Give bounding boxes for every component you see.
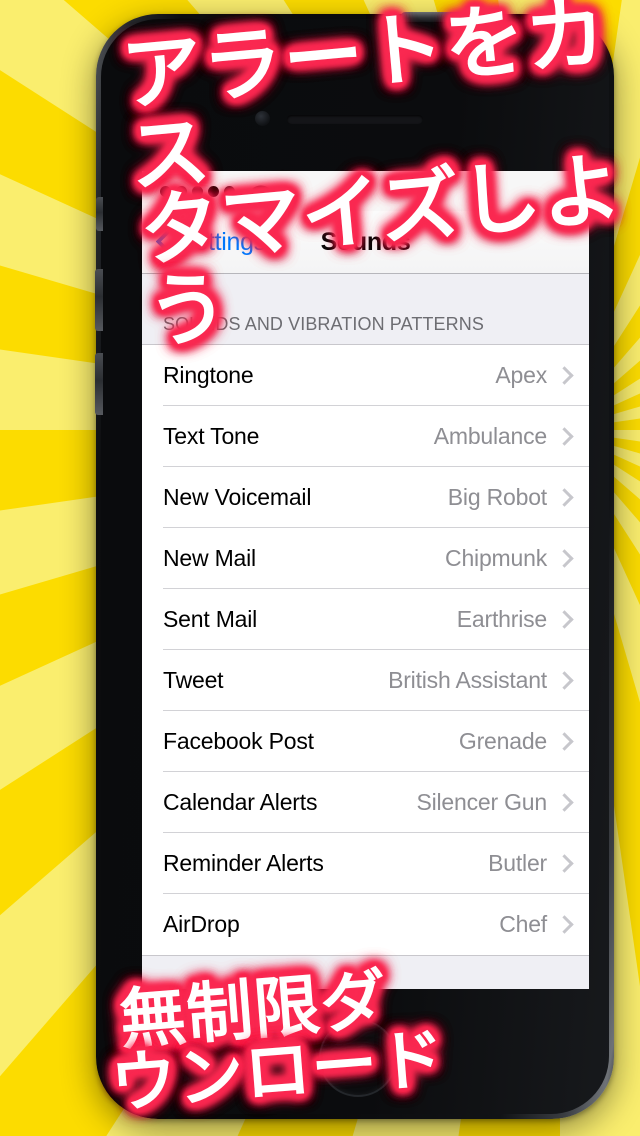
chevron-right-icon bbox=[555, 549, 574, 568]
table-row[interactable]: Sent Mail Earthrise bbox=[142, 589, 589, 650]
row-value: Chipmunk bbox=[445, 545, 547, 571]
phone-body: Settings Sounds SOUNDS AND VIBRATION PAT… bbox=[95, 12, 609, 1114]
row-value: Chef bbox=[499, 911, 547, 937]
row-accessory: Butler bbox=[488, 850, 575, 877]
row-accessory: British Assistant bbox=[388, 667, 575, 694]
table-row[interactable]: Ringtone Apex bbox=[142, 345, 589, 406]
signal-dot bbox=[208, 185, 219, 197]
row-label: AirDrop bbox=[163, 911, 240, 937]
back-button-label: Settings bbox=[178, 227, 266, 256]
promo-stage: Settings Sounds SOUNDS AND VIBRATION PAT… bbox=[0, 0, 640, 1136]
signal-dot bbox=[160, 185, 171, 197]
chevron-right-icon bbox=[555, 427, 574, 446]
chevron-right-icon bbox=[555, 488, 574, 507]
power-button[interactable] bbox=[401, 12, 499, 22]
row-value: Grenade bbox=[458, 728, 547, 754]
table-row[interactable]: Calendar Alerts Silencer Gun bbox=[142, 772, 589, 833]
navigation-bar: Settings Sounds bbox=[142, 211, 589, 274]
list-footer bbox=[142, 955, 589, 989]
chevron-right-icon bbox=[555, 793, 574, 812]
phone-screen: Settings Sounds SOUNDS AND VIBRATION PAT… bbox=[142, 171, 589, 989]
row-label: Sent Mail bbox=[163, 606, 258, 632]
row-value: Butler bbox=[488, 850, 547, 876]
row-accessory: Grenade bbox=[459, 728, 575, 755]
row-label: Text Tone bbox=[163, 423, 260, 449]
row-value: Ambulance bbox=[433, 423, 547, 449]
wifi-icon bbox=[249, 182, 273, 200]
row-accessory: Chef bbox=[499, 911, 575, 938]
row-label: New Voicemail bbox=[163, 484, 312, 510]
signal-dot bbox=[224, 185, 235, 197]
chevron-right-icon bbox=[555, 854, 574, 873]
table-row[interactable]: Text Tone Ambulance bbox=[142, 406, 589, 467]
iphone-device: Settings Sounds SOUNDS AND VIBRATION PAT… bbox=[95, 12, 614, 1119]
chevron-right-icon bbox=[555, 610, 574, 629]
row-value: Earthrise bbox=[456, 606, 547, 632]
chevron-left-icon bbox=[156, 229, 172, 255]
table-row[interactable]: Facebook Post Grenade bbox=[142, 711, 589, 772]
status-bar bbox=[142, 171, 589, 211]
row-value: Apex bbox=[495, 362, 547, 388]
section-header: SOUNDS AND VIBRATION PATTERNS bbox=[142, 274, 589, 345]
row-label: New Mail bbox=[163, 545, 256, 571]
row-accessory: Big Robot bbox=[448, 484, 575, 511]
table-row[interactable]: AirDrop Chef bbox=[142, 894, 589, 955]
table-row[interactable]: New Mail Chipmunk bbox=[142, 528, 589, 589]
table-row[interactable]: New Voicemail Big Robot bbox=[142, 467, 589, 528]
home-button[interactable] bbox=[319, 1019, 397, 1097]
row-value: Big Robot bbox=[447, 484, 547, 510]
row-label: Tweet bbox=[163, 667, 224, 693]
row-label: Facebook Post bbox=[163, 728, 314, 754]
front-camera bbox=[255, 111, 270, 126]
row-accessory: Apex bbox=[495, 362, 575, 389]
row-label: Ringtone bbox=[163, 362, 254, 388]
signal-dot bbox=[176, 185, 187, 197]
sound-rows: Ringtone Apex Text Tone Ambulance New Voicem… bbox=[142, 345, 589, 955]
row-label: Calendar Alerts bbox=[163, 789, 318, 815]
row-accessory: Ambulance bbox=[434, 423, 575, 450]
table-row[interactable]: Tweet British Assistant bbox=[142, 650, 589, 711]
row-accessory: Silencer Gun bbox=[416, 789, 575, 816]
volume-down-button[interactable] bbox=[95, 353, 103, 415]
row-value: British Assistant bbox=[388, 667, 547, 693]
back-button[interactable]: Settings bbox=[142, 228, 266, 257]
signal-strength-dots bbox=[160, 185, 235, 197]
volume-up-button[interactable] bbox=[95, 269, 103, 331]
chevron-right-icon bbox=[555, 732, 574, 751]
row-accessory: Earthrise bbox=[457, 606, 575, 633]
chevron-right-icon bbox=[555, 915, 574, 934]
signal-dot bbox=[192, 185, 203, 197]
row-label: Reminder Alerts bbox=[163, 850, 324, 876]
settings-list[interactable]: SOUNDS AND VIBRATION PATTERNS Ringtone Ap… bbox=[142, 274, 589, 989]
chevron-right-icon bbox=[555, 366, 574, 385]
row-value: Silencer Gun bbox=[416, 789, 547, 815]
row-accessory: Chipmunk bbox=[445, 545, 575, 572]
chevron-right-icon bbox=[555, 671, 574, 690]
table-row[interactable]: Reminder Alerts Butler bbox=[142, 833, 589, 894]
silent-switch[interactable] bbox=[96, 197, 103, 231]
earpiece-speaker bbox=[287, 115, 423, 124]
